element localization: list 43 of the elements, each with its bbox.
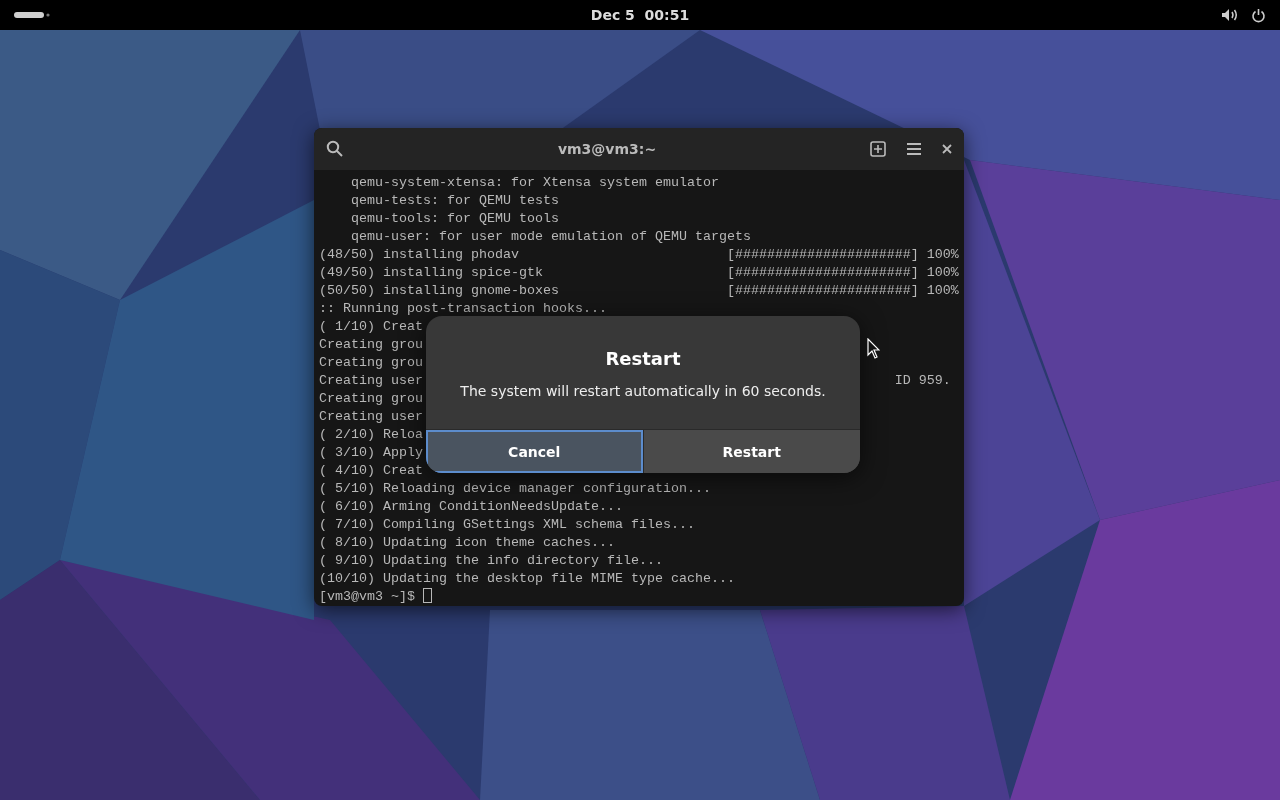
terminal-line: ( 7/10) Compiling GSettings XML schema files... (319, 516, 695, 534)
terminal-line: (10/10) Updating the desktop file MIME type cache... (319, 570, 735, 588)
terminal-line: [######################] 100% (726, 282, 959, 300)
menu-icon[interactable] (906, 142, 922, 156)
terminal-line: ( 3/10) Apply (319, 444, 423, 462)
terminal-line: qemu-user: for user mode emulation of QEMU targets (350, 228, 751, 246)
power-icon[interactable] (1251, 7, 1266, 23)
terminal-line: ( 6/10) Arming ConditionNeedsUpdate... (319, 498, 623, 516)
terminal-line: (48/50) installing phodav (319, 247, 519, 262)
terminal-line: (49/50) installing spice-gtk (319, 265, 543, 280)
terminal-line: Creating user (319, 373, 423, 388)
terminal-line: :: Running post-transaction hooks... (319, 300, 607, 318)
terminal-line: (50/50) installing gnome-boxes (319, 283, 559, 298)
search-icon[interactable] (326, 140, 344, 158)
terminal-line: qemu-tools: for QEMU tools (350, 210, 559, 228)
clock[interactable]: Dec 5 00:51 (590, 7, 690, 23)
terminal-line: ( 9/10) Updating the info directory file... (319, 552, 663, 570)
text-cursor (423, 588, 432, 603)
terminal-line: Creating user (319, 408, 423, 426)
dialog-message: The system will restart automatically in 60 seconds. (459, 383, 827, 401)
volume-icon[interactable] (1221, 8, 1239, 22)
shell-prompt: [vm3@vm3 ~]$ (319, 588, 415, 606)
terminal-line: ( 4/10) Creat (319, 462, 423, 480)
window-title: vm3@vm3:~ (556, 141, 658, 157)
activities-icon[interactable] (14, 11, 50, 19)
terminal-line: Creating grou (319, 336, 423, 354)
terminal-line: ( 5/10) Reloading device manager configuration... (319, 480, 711, 498)
terminal-line: [######################] 100% (726, 246, 959, 264)
terminal-line: ( 2/10) Reloa (319, 426, 423, 444)
terminal-line: qemu-system-xtensa: for Xtensa system emulator (350, 174, 719, 192)
terminal-line: qemu-tests: for QEMU tests (350, 192, 559, 210)
restart-button[interactable]: Restart (642, 430, 860, 473)
new-tab-icon[interactable] (870, 141, 886, 157)
terminal-line: ( 8/10) Updating icon theme caches... (319, 534, 615, 552)
terminal-line: Creating grou (319, 354, 423, 372)
terminal-line: ID 959. (894, 372, 951, 390)
pointer-icon (867, 338, 880, 359)
terminal-line: [######################] 100% (726, 264, 959, 282)
terminal-line: Creating grou (319, 390, 423, 408)
cancel-button[interactable]: Cancel (426, 430, 643, 473)
dialog-title: Restart (604, 347, 682, 369)
terminal-line: ( 1/10) Creat (319, 318, 423, 336)
close-icon[interactable] (942, 144, 952, 154)
